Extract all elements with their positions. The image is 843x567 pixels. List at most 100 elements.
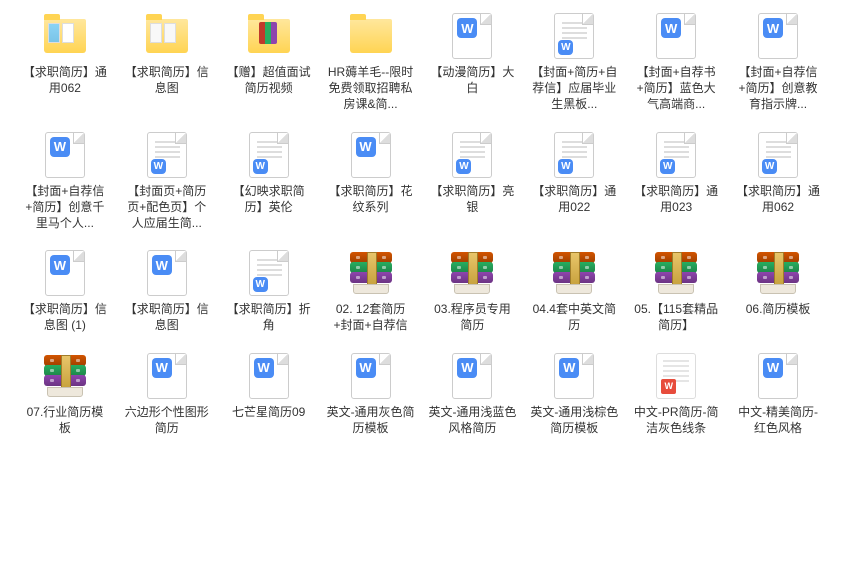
file-label: 06.简历模板 [746, 301, 811, 317]
file-label: 【求职简历】通用062 [21, 64, 109, 96]
file-item[interactable]: 【求职简历】信息图 [118, 12, 216, 113]
file-label: 【求职简历】亮银 [428, 183, 516, 215]
file-icon-wrap [448, 249, 496, 297]
file-label: 六边形个性图形简历 [123, 404, 211, 436]
file-item[interactable]: 02. 12套简历+封面+自荐信 [322, 249, 420, 333]
file-icon-wrap: W [245, 352, 293, 400]
file-icon-wrap: W [652, 352, 700, 400]
file-item[interactable]: 06.简历模板 [729, 249, 827, 333]
word-doc-icon: W [554, 13, 594, 59]
file-icon-wrap [41, 12, 89, 60]
file-item[interactable]: 07.行业简历模板 [16, 352, 114, 436]
file-label: 【求职简历】信息图 [123, 64, 211, 96]
file-label: 【求职简历】花纹系列 [327, 183, 415, 215]
file-item[interactable]: 03.程序员专用简历 [424, 249, 522, 333]
file-label: 【封面+自荐信+简历】创意千里马个人... [21, 183, 109, 232]
file-label: 【封面+自荐书+简历】蓝色大气高端商... [632, 64, 720, 113]
file-icon-wrap [245, 12, 293, 60]
file-icon-wrap: W [448, 352, 496, 400]
file-icon-wrap: W [550, 131, 598, 179]
file-icon-wrap: W [652, 12, 700, 60]
file-item[interactable]: W 【求职简历】花纹系列 [322, 131, 420, 232]
file-item[interactable]: W 【封面页+简历页+配色页】个人应届生简... [118, 131, 216, 232]
file-item[interactable]: W 【求职简历】通用023 [627, 131, 725, 232]
word-doc-icon: W [249, 353, 289, 399]
folder-icon [146, 19, 188, 53]
file-item[interactable]: 05.【115套精品简历】 [627, 249, 725, 333]
file-icon-wrap [143, 12, 191, 60]
file-item[interactable]: W 英文-通用浅棕色简历模板 [525, 352, 623, 436]
file-item[interactable]: W 【求职简历】信息图 [118, 249, 216, 333]
file-item[interactable]: 【赠】超值面试简历视频 [220, 12, 318, 113]
file-label: 【求职简历】通用062 [734, 183, 822, 215]
file-label: HR薅羊毛--限时免费领取招聘私房课&简... [327, 64, 415, 113]
file-label: 05.【115套精品简历】 [632, 301, 720, 333]
file-item[interactable]: W 中文-精美简历-红色风格 [729, 352, 827, 436]
file-icon-wrap: W [754, 352, 802, 400]
word-doc-icon: W [452, 13, 492, 59]
archive-icon [350, 252, 392, 294]
file-label: 中文-精美简历-红色风格 [734, 404, 822, 436]
file-icon-wrap: W [347, 352, 395, 400]
file-icon-wrap: W [245, 131, 293, 179]
file-icon-wrap [652, 249, 700, 297]
file-label: 07.行业简历模板 [21, 404, 109, 436]
file-icon-wrap: W [754, 12, 802, 60]
file-icon-wrap [347, 12, 395, 60]
file-item[interactable]: W 【求职简历】通用022 [525, 131, 623, 232]
file-label: 【求职简历】信息图 (1) [21, 301, 109, 333]
archive-icon [44, 355, 86, 397]
file-item[interactable]: W 【封面+自荐信+简历】创意教育指示牌... [729, 12, 827, 113]
file-label: 【封面页+简历页+配色页】个人应届生简... [123, 183, 211, 232]
file-icon-wrap [41, 352, 89, 400]
file-item[interactable]: W 六边形个性图形简历 [118, 352, 216, 436]
file-item[interactable]: W 【幻映求职简历】英伦 [220, 131, 318, 232]
file-label: 02. 12套简历+封面+自荐信 [327, 301, 415, 333]
file-label: 04.4套中英文简历 [530, 301, 618, 333]
folder-icon [44, 19, 86, 53]
file-item[interactable]: W 七芒星简历09 [220, 352, 318, 436]
file-icon-wrap [347, 249, 395, 297]
file-label: 【求职简历】通用022 [530, 183, 618, 215]
file-icon-wrap: W [143, 352, 191, 400]
file-icon-wrap [754, 249, 802, 297]
file-icon-wrap: W [143, 249, 191, 297]
file-icon-wrap: W [41, 249, 89, 297]
word-doc-icon: W [554, 132, 594, 178]
file-icon-wrap: W [448, 12, 496, 60]
file-grid: 【求职简历】通用062 【求职简历】信息图 【赠】超值面试简历视频 HR薅羊毛-… [16, 12, 827, 436]
file-label: 【求职简历】通用023 [632, 183, 720, 215]
file-item[interactable]: W 【求职简历】折角 [220, 249, 318, 333]
file-item[interactable]: 【求职简历】通用062 [16, 12, 114, 113]
file-item[interactable]: W 【封面+自荐书+简历】蓝色大气高端商... [627, 12, 725, 113]
file-item[interactable]: W 【封面+自荐信+简历】创意千里马个人... [16, 131, 114, 232]
file-label: 【动漫简历】大白 [428, 64, 516, 96]
word-doc-icon: W [249, 132, 289, 178]
file-label: 【赠】超值面试简历视频 [225, 64, 313, 96]
file-label: 英文-通用灰色简历模板 [327, 404, 415, 436]
file-label: 【幻映求职简历】英伦 [225, 183, 313, 215]
archive-icon [553, 252, 595, 294]
file-label: 【封面+简历+自荐信】应届毕业生黑板... [530, 64, 618, 113]
word-doc-icon: W [147, 132, 187, 178]
file-label: 03.程序员专用简历 [428, 301, 516, 333]
file-item[interactable]: W 中文-PR简历-简洁灰色线条 [627, 352, 725, 436]
file-item[interactable]: HR薅羊毛--限时免费领取招聘私房课&简... [322, 12, 420, 113]
word-doc-icon: W [758, 13, 798, 59]
file-item[interactable]: W 【求职简历】亮银 [424, 131, 522, 232]
file-item[interactable]: W 【求职简历】信息图 (1) [16, 249, 114, 333]
file-item[interactable]: W 英文-通用灰色简历模板 [322, 352, 420, 436]
file-label: 【求职简历】信息图 [123, 301, 211, 333]
file-item[interactable]: W 【封面+简历+自荐信】应届毕业生黑板... [525, 12, 623, 113]
file-icon-wrap: W [143, 131, 191, 179]
word-doc-icon: W [656, 132, 696, 178]
file-item[interactable]: 04.4套中英文简历 [525, 249, 623, 333]
file-icon-wrap: W [550, 12, 598, 60]
file-item[interactable]: W 英文-通用浅蓝色风格简历 [424, 352, 522, 436]
file-item[interactable]: W 【动漫简历】大白 [424, 12, 522, 113]
file-icon-wrap: W [652, 131, 700, 179]
file-icon-wrap: W [754, 131, 802, 179]
folder-icon [248, 19, 290, 53]
file-item[interactable]: W 【求职简历】通用062 [729, 131, 827, 232]
file-label: 中文-PR简历-简洁灰色线条 [632, 404, 720, 436]
